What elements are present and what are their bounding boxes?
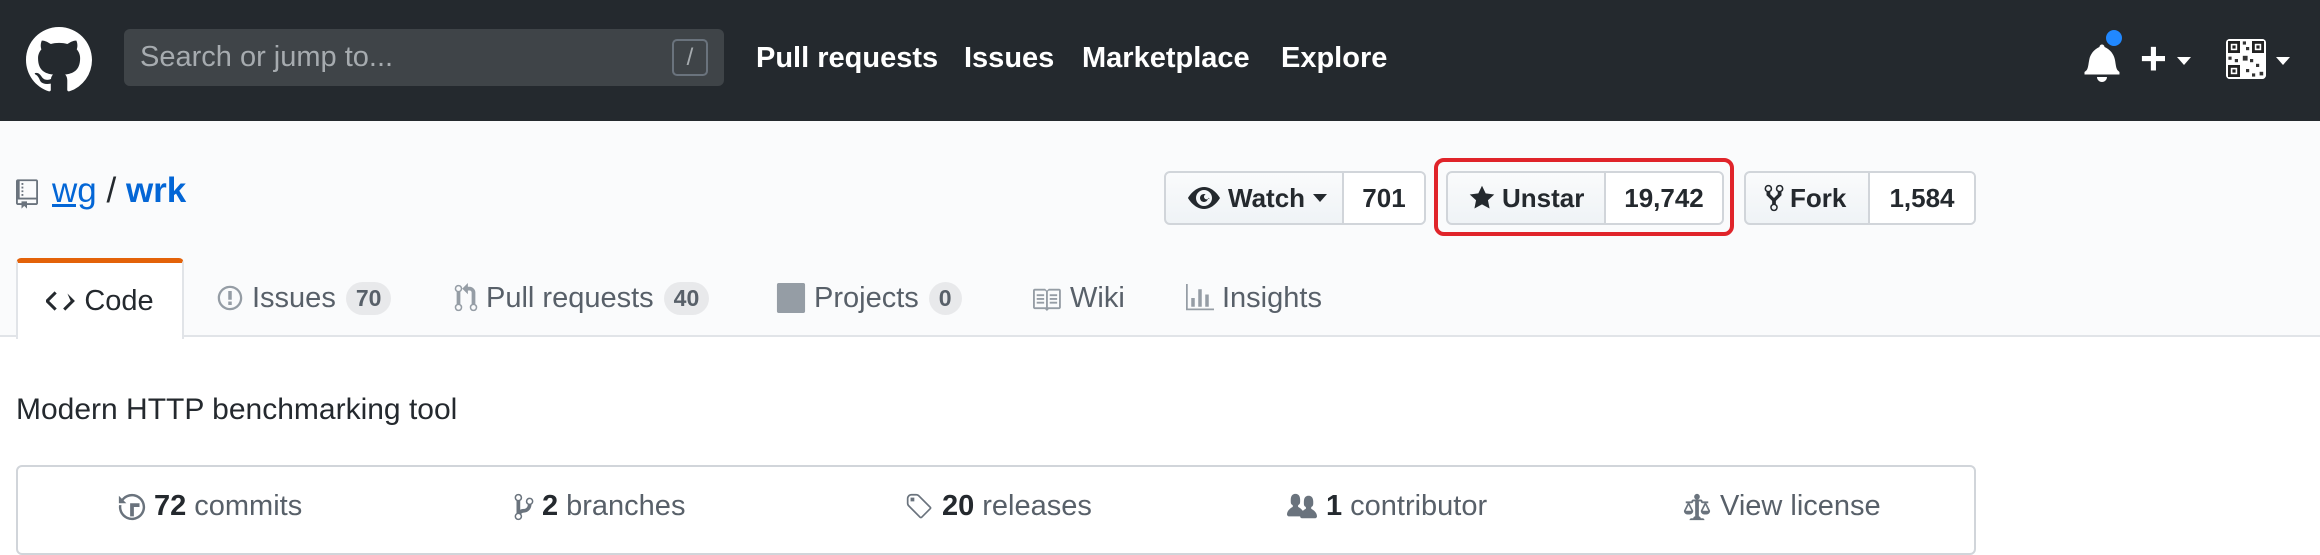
project-icon xyxy=(776,283,806,313)
top-header: / Pull requests Issues Marketplace Explo… xyxy=(0,0,2320,121)
tab-insights[interactable]: Insights xyxy=(1186,258,1322,338)
contributors-count: 1 xyxy=(1326,490,1343,522)
repo-owner-link[interactable]: wg xyxy=(52,171,97,210)
repo-icon xyxy=(16,179,38,209)
nav-issues[interactable]: Issues xyxy=(964,42,1054,75)
repo-name-link[interactable]: wrk xyxy=(126,171,186,210)
tab-issues[interactable]: Issues 70 xyxy=(216,258,392,338)
tab-label: Issues xyxy=(252,281,336,314)
tab-label: Wiki xyxy=(1070,281,1125,314)
fork-count[interactable]: 1,584 xyxy=(1868,173,1974,223)
branches-label: branches xyxy=(566,490,686,522)
watch-button[interactable]: Watch xyxy=(1188,173,1328,223)
pull-request-icon xyxy=(454,283,478,312)
nav-marketplace[interactable]: Marketplace xyxy=(1082,42,1250,75)
releases-link[interactable]: 20 releases xyxy=(904,490,1092,523)
issues-counter: 70 xyxy=(345,281,392,315)
fork-label: Fork xyxy=(1790,182,1847,213)
chevron-down-icon[interactable] xyxy=(2276,57,2290,65)
tab-label: Projects xyxy=(814,281,919,314)
nav-pull-requests[interactable]: Pull requests xyxy=(756,42,938,75)
tab-label: Insights xyxy=(1222,281,1322,314)
tab-label: Pull requests xyxy=(486,281,654,314)
numbers-summary: 72 commits 2 branches 20 releases 1 cont… xyxy=(16,465,1976,555)
repo-header: wg / wrk Watch 701 Unstar 19,742 Fork 1,… xyxy=(0,121,2320,339)
issue-icon xyxy=(217,285,243,311)
commits-label: commits xyxy=(194,490,303,522)
github-logo-icon[interactable] xyxy=(26,27,92,93)
tab-label: Code xyxy=(84,284,154,317)
tab-pull-requests[interactable]: Pull requests 40 xyxy=(454,258,710,338)
search-shortcut-key: / xyxy=(672,39,708,76)
people-icon xyxy=(1287,493,1317,518)
releases-label: releases xyxy=(982,490,1092,522)
fork-button-group: Fork 1,584 xyxy=(1744,171,1976,225)
highlight-box xyxy=(1434,158,1734,236)
projects-counter: 0 xyxy=(928,281,962,315)
eye-icon xyxy=(1188,187,1220,209)
chevron-down-icon[interactable] xyxy=(2177,57,2191,65)
search-input[interactable] xyxy=(124,29,724,86)
license-label: View license xyxy=(1720,490,1881,522)
avatar[interactable] xyxy=(2226,39,2266,79)
chevron-down-icon xyxy=(1313,194,1328,202)
fork-button[interactable]: Fork xyxy=(1764,173,1846,223)
wiki-icon xyxy=(1033,288,1061,311)
contributors-label: contributor xyxy=(1350,490,1488,522)
tag-icon xyxy=(906,493,932,518)
commits-count: 72 xyxy=(154,490,187,522)
watch-count[interactable]: 701 xyxy=(1342,173,1424,223)
commits-link[interactable]: 72 commits xyxy=(118,490,302,523)
notification-dot xyxy=(2103,27,2125,49)
branch-icon xyxy=(514,493,534,520)
repo-title: wg / wrk xyxy=(52,171,186,211)
plus-icon[interactable]: + xyxy=(2140,30,2167,86)
tab-projects[interactable]: Projects 0 xyxy=(776,258,962,338)
repo-separator: / xyxy=(106,171,117,210)
law-icon xyxy=(1683,493,1711,520)
tab-code[interactable]: Code xyxy=(16,258,184,339)
avatar-image xyxy=(2226,39,2266,79)
history-icon xyxy=(118,493,146,520)
tab-wiki[interactable]: Wiki xyxy=(1030,258,1125,338)
code-icon xyxy=(46,291,76,311)
repo-description: Modern HTTP benchmarking tool xyxy=(16,393,458,426)
watch-label: Watch xyxy=(1228,182,1306,213)
contributors-link[interactable]: 1 contributor xyxy=(1286,490,1487,523)
releases-count: 20 xyxy=(942,490,975,522)
search-box[interactable]: / xyxy=(124,29,724,86)
branches-count: 2 xyxy=(542,490,559,522)
nav-explore[interactable]: Explore xyxy=(1281,42,1387,75)
fork-icon xyxy=(1764,184,1784,212)
watch-button-group: Watch 701 xyxy=(1164,171,1426,225)
pull-requests-counter: 40 xyxy=(663,281,710,315)
branches-link[interactable]: 2 branches xyxy=(514,490,685,523)
graph-icon xyxy=(1186,284,1214,311)
license-link[interactable]: View license xyxy=(1682,490,1881,523)
